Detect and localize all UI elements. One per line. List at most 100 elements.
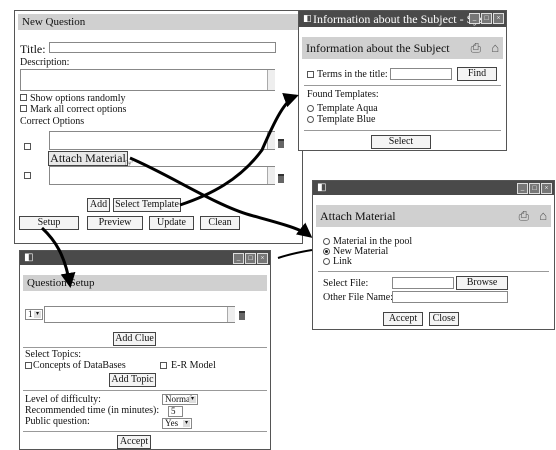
new-question-window: New Question Title: Description: Show op… [14,10,303,244]
attach-close-button[interactable]: Close [429,312,459,326]
setup-button[interactable]: Setup [19,216,79,230]
setup-header: Question Setup [23,275,267,291]
subject-window-controls: _ □ × [469,13,504,24]
attach-material-window: ◧ _ □ × Attach Material ⎙ ⌂ Material in … [312,180,555,330]
difficulty-label: Level of difficulty: [25,394,101,405]
maximize-button[interactable]: □ [481,13,492,24]
public-question-label: Public question: [25,416,90,427]
difficulty-select[interactable]: Normal ▾ [162,394,198,405]
option-2-trash-icon[interactable] [278,174,284,183]
clue-number-value: 1 [28,309,33,319]
public-question-value: Yes [165,418,179,428]
find-button[interactable]: Find [457,67,497,81]
template-blue-radio[interactable] [307,116,314,123]
subject-header-title: Information about the Subject [306,41,450,55]
new-material-radio[interactable] [323,248,330,255]
other-file-name-label: Other File Name: [323,292,393,303]
title-input[interactable] [49,42,276,53]
option-1-checkbox[interactable] [24,143,31,150]
select-file-input[interactable] [392,277,454,289]
attach-window-controls: _ □ × [517,183,552,194]
mark-all-correct-label: Mark all correct options [30,104,127,115]
add-topic-button[interactable]: Add Topic [109,373,156,387]
window-app-icon: ◧ [303,13,312,23]
setup-separator-3 [23,431,267,432]
template-aqua-radio[interactable] [307,105,314,112]
option-1-scrollbar[interactable] [267,132,275,149]
attach-separator [318,271,549,272]
window-app-icon: ◧ [317,182,327,193]
subject-titlebar[interactable]: ◧ Information about the Subject - Sys _ … [299,11,506,27]
attach-titlebar[interactable]: ◧ _ □ × [313,181,554,195]
maximize-button[interactable]: □ [529,183,540,194]
option-2-textarea[interactable] [49,166,275,185]
question-setup-window: ◧ _ □ × Question Setup 1 ▾ Add Clue Sele… [19,250,271,450]
chevron-down-icon: ▾ [189,396,196,403]
new-question-header: New Question [18,14,299,30]
chevron-down-icon: ▾ [34,311,41,318]
add-option-button[interactable]: Add [87,198,110,212]
minimize-button[interactable]: _ [517,183,528,194]
arrow-small [277,249,313,259]
clue-trash-icon[interactable] [239,311,245,320]
template-blue-label: Template Blue [317,114,376,125]
other-file-name-input[interactable] [392,291,508,303]
hand-cursor-icon: ☞ [124,158,134,170]
home-icon[interactable]: ⌂ [539,205,547,227]
option-2-scrollbar[interactable] [267,167,275,184]
topic-er-model-label: E-R Model [171,360,216,371]
select-topics-label: Select Topics: [25,349,82,360]
show-randomly-label: Show options randomly [30,93,126,104]
close-button[interactable]: × [493,13,504,24]
material-in-pool-radio[interactable] [323,238,330,245]
minimize-button[interactable]: _ [233,253,244,264]
preview-button[interactable]: Preview [87,216,143,230]
description-label: Description: [20,57,70,68]
clue-number-select[interactable]: 1 ▾ [25,309,43,320]
add-clue-button[interactable]: Add Clue [113,332,156,346]
maximize-button[interactable]: □ [245,253,256,264]
template-aqua-label: Template Aqua [317,103,378,114]
minimize-button[interactable]: _ [469,13,480,24]
browse-button[interactable]: Browse [456,276,508,290]
mark-all-correct-checkbox[interactable] [20,105,27,112]
subject-separator [304,85,501,86]
terms-in-title-checkbox[interactable] [307,71,314,78]
print-icon[interactable]: ⎙ [519,205,529,227]
close-button[interactable]: × [257,253,268,264]
subject-window: ◧ Information about the Subject - Sys _ … [298,10,507,151]
close-button[interactable]: × [541,183,552,194]
terms-input[interactable] [390,68,452,80]
clue-textarea[interactable] [44,306,235,323]
chevron-down-icon: ▾ [183,420,190,427]
topic-databases-checkbox[interactable] [25,362,32,369]
attach-material-button[interactable]: Attach Material [48,151,128,166]
update-button[interactable]: Update [149,216,194,230]
description-textarea[interactable] [20,69,275,91]
print-icon[interactable]: ⎙ [471,37,481,59]
recommended-time-input[interactable]: 5 [168,406,183,417]
subject-window-title: Information about the Subject - Sys [313,12,484,26]
clue-scrollbar[interactable] [227,307,235,322]
setup-accept-button[interactable]: Accept [117,435,151,449]
home-icon[interactable]: ⌂ [491,37,499,59]
select-template-button[interactable]: Select Template [113,198,181,212]
attach-accept-button[interactable]: Accept [383,312,423,326]
link-label: Link [333,256,352,267]
option-1-textarea[interactable] [49,131,275,150]
terms-in-title-label: Terms in the title: [317,69,388,80]
setup-separator-1 [23,347,267,348]
setup-titlebar[interactable]: ◧ _ □ × [20,251,270,265]
show-randomly-checkbox[interactable] [20,94,27,101]
option-2-checkbox[interactable] [24,172,31,179]
attach-header-title: Attach Material [320,209,396,223]
description-scrollbar[interactable] [267,70,275,90]
window-app-icon: ◧ [24,252,34,263]
clean-button[interactable]: Clean [200,216,240,230]
public-question-select[interactable]: Yes ▾ [162,418,192,429]
correct-options-label: Correct Options [20,116,85,127]
select-template-confirm-button[interactable]: Select [371,135,431,149]
link-radio[interactable] [323,258,330,265]
topic-er-model-checkbox[interactable] [160,362,167,369]
option-1-trash-icon[interactable] [278,139,284,148]
